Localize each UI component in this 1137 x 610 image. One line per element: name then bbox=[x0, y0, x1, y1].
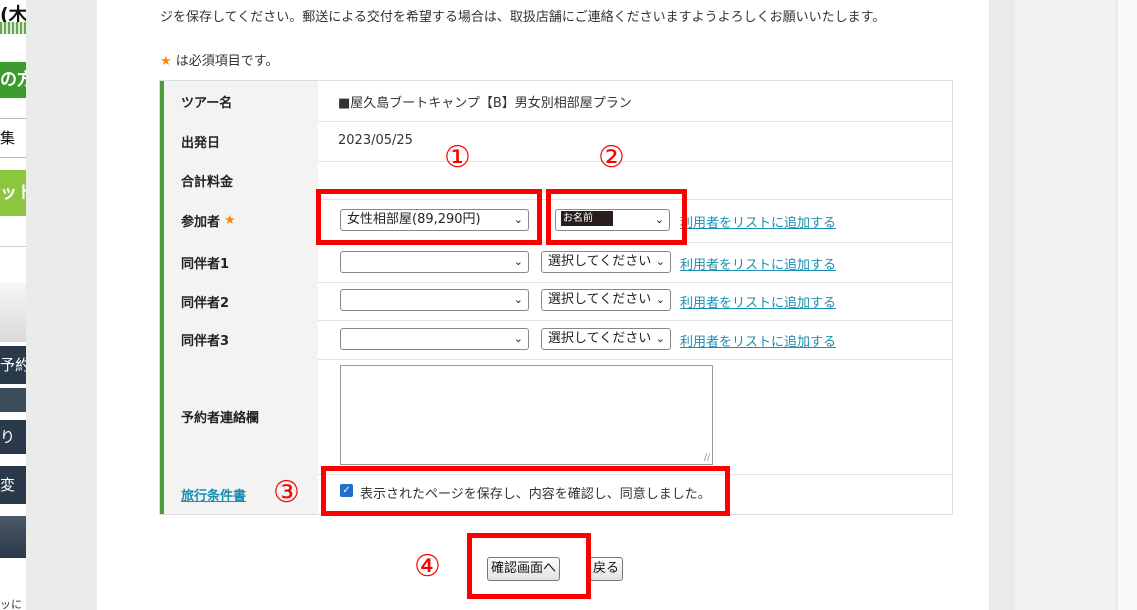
date-label: 出発日 bbox=[160, 121, 318, 161]
companion-1-room-select[interactable]: ⌄ bbox=[340, 251, 529, 273]
sidebar-menu-item-reserve[interactable]: 予約 bbox=[0, 346, 26, 384]
date-row: 出発日 2023/05/25 bbox=[160, 121, 952, 162]
companion-2-name-value: 選択してください bbox=[548, 292, 652, 307]
participant-label: 参加者 bbox=[181, 215, 221, 230]
companion-3-name-select[interactable]: 選択してください ⌄ bbox=[541, 328, 671, 350]
contact-label: 予約者連絡欄 bbox=[160, 359, 318, 474]
sidebar-menu-item[interactable] bbox=[0, 516, 26, 558]
sidebar-banner bbox=[0, 282, 26, 342]
terms-link[interactable]: 旅行条件書 bbox=[181, 485, 246, 504]
annotation-box-2 bbox=[546, 189, 687, 245]
date-value: 2023/05/25 bbox=[338, 133, 413, 148]
annotation-number-3: ③ bbox=[273, 475, 300, 510]
chevron-down-icon: ⌄ bbox=[655, 293, 665, 306]
tour-value: ■屋久島ブートキャンプ【B】男女別相部屋プラン bbox=[338, 95, 632, 111]
sidebar-lightgreen-button[interactable]: ット bbox=[0, 170, 26, 216]
sidebar-green-button[interactable]: の方 bbox=[0, 62, 26, 98]
tour-row: ツアー名 ■屋久島ブートキャンプ【B】男女別相部屋プラン bbox=[160, 81, 952, 122]
total-label: 合計料金 bbox=[160, 161, 318, 199]
chevron-down-icon: ⌄ bbox=[655, 332, 665, 345]
chevron-down-icon: ⌄ bbox=[655, 255, 665, 268]
annotation-box-4 bbox=[467, 533, 591, 599]
companion-1-label: 同伴者1 bbox=[160, 242, 318, 282]
sidebar-menu-item-ri[interactable]: り bbox=[0, 420, 26, 454]
companion-1-name-value: 選択してください bbox=[548, 254, 652, 269]
right-panel bbox=[1015, 0, 1115, 610]
required-note-text: は必須項目です。 bbox=[171, 54, 279, 69]
sidebar-search-field[interactable]: 集 bbox=[0, 118, 26, 158]
companion-2-label: 同伴者2 bbox=[160, 282, 318, 320]
chevron-down-icon: ⌄ bbox=[513, 332, 523, 345]
sidebar-footer-text: ッに bbox=[0, 596, 26, 610]
add-user-link-companion-3[interactable]: 利用者をリストに追加する bbox=[680, 331, 836, 350]
sidebar-date-text: (木 bbox=[0, 0, 26, 22]
sidebar-menu-item-change[interactable]: 変 bbox=[0, 466, 26, 504]
sidebar-pattern bbox=[0, 22, 26, 34]
left-sidebar: (木 の方 集 ット 予約 り 変 ッに bbox=[0, 0, 26, 610]
required-star-icon: ★ bbox=[224, 213, 236, 228]
add-user-link-companion-2[interactable]: 利用者をリストに追加する bbox=[680, 292, 836, 311]
chevron-down-icon: ⌄ bbox=[513, 293, 523, 306]
companion-3-name-value: 選択してください bbox=[548, 331, 652, 346]
tour-label: ツアー名 bbox=[160, 81, 318, 121]
required-star-icon: ★ bbox=[160, 54, 172, 69]
annotation-number-1: ① bbox=[444, 140, 471, 175]
annotation-number-2: ② bbox=[598, 140, 625, 175]
contact-textarea[interactable]: ∕∕ bbox=[340, 365, 713, 465]
sidebar-menu-item[interactable] bbox=[0, 388, 26, 412]
companion-3-label: 同伴者3 bbox=[160, 320, 318, 359]
back-button[interactable]: 戻る bbox=[589, 557, 624, 581]
companion-3-room-select[interactable]: ⌄ bbox=[340, 328, 529, 350]
annotation-box-3 bbox=[321, 466, 730, 516]
intro-text: ジを保存してください。郵送による交付を希望する場合は、取扱店舗にご連絡くださいま… bbox=[160, 10, 886, 25]
resize-grip-icon[interactable]: ∕∕ bbox=[704, 453, 710, 463]
annotation-number-4: ④ bbox=[414, 549, 441, 584]
chevron-down-icon: ⌄ bbox=[513, 255, 523, 268]
participant-label-cell: 参加者 ★ bbox=[160, 199, 318, 242]
required-note: ★ は必須項目です。 bbox=[160, 50, 279, 69]
right-edge bbox=[1118, 0, 1137, 610]
companion-2-name-select[interactable]: 選択してください ⌄ bbox=[541, 289, 671, 311]
sidebar-divider bbox=[0, 228, 26, 247]
annotation-box-1 bbox=[316, 189, 542, 245]
companion-2-room-select[interactable]: ⌄ bbox=[340, 289, 529, 311]
add-user-link-participant[interactable]: 利用者をリストに追加する bbox=[680, 212, 836, 231]
add-user-link-companion-1[interactable]: 利用者をリストに追加する bbox=[680, 254, 836, 273]
companion-1-name-select[interactable]: 選択してください ⌄ bbox=[541, 251, 671, 273]
